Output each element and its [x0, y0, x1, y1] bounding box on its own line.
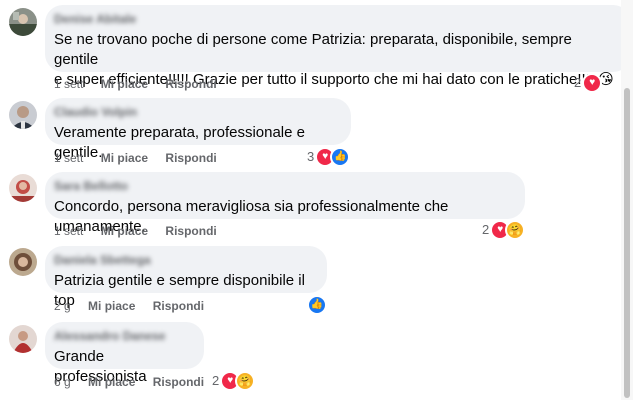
comment-text-line: Se ne trovano poche di persone come Patr…: [54, 31, 572, 68]
comment-bubble: Sara Bellotto Concordo, persona meravigl…: [45, 172, 525, 235]
like-button[interactable]: Mi piace: [101, 151, 148, 165]
avatar[interactable]: [9, 248, 37, 276]
comment-bubble: Claudio Volpin Veramente preparata, prof…: [45, 98, 351, 161]
reply-button[interactable]: Rispondi: [165, 224, 216, 238]
comment-bubble: Alessandro Danese Grande professionista: [45, 322, 204, 385]
comment-time[interactable]: 1 sett: [54, 77, 83, 91]
reaction-summary[interactable]: 👍: [307, 295, 327, 315]
avatar[interactable]: [9, 325, 37, 353]
comment-author[interactable]: Claudio Volpin: [54, 105, 339, 119]
reply-button[interactable]: Rispondi: [153, 375, 204, 389]
reply-button[interactable]: Rispondi: [165, 77, 216, 91]
scrollbar[interactable]: [621, 0, 633, 400]
reaction-summary[interactable]: 2 ♥ 🤗: [482, 220, 526, 240]
comment-time[interactable]: 1 sett: [54, 224, 83, 238]
comment-time[interactable]: 2 g: [54, 299, 71, 313]
reaction-count: 2: [212, 373, 220, 388]
avatar[interactable]: [9, 8, 37, 36]
reaction-summary[interactable]: 2 ♥: [574, 73, 603, 93]
reaction-summary[interactable]: 2 ♥ 🤗: [212, 371, 256, 391]
like-button[interactable]: Mi piace: [101, 77, 148, 91]
comment-actions: 1 sett Mi piace Rispondi: [54, 77, 217, 91]
avatar[interactable]: [9, 101, 37, 129]
comment-actions: 2 g Mi piace Rispondi: [54, 299, 204, 313]
reply-button[interactable]: Rispondi: [165, 151, 216, 165]
like-button[interactable]: Mi piace: [88, 375, 135, 389]
comment-bubble: Denise Abitale Se ne trovano poche di pe…: [45, 5, 631, 88]
comment-author[interactable]: Daniela Sbettega: [54, 253, 315, 267]
comment-actions: 1 sett Mi piace Rispondi: [54, 224, 217, 238]
reaction-summary[interactable]: 3 ♥ 👍: [307, 147, 351, 167]
like-icon: 👍: [330, 147, 351, 167]
reaction-count: 2: [482, 222, 490, 237]
care-icon: 🤗: [505, 220, 526, 240]
like-icon: 👍: [307, 295, 327, 315]
comment-actions: 1 sett Mi piace Rispondi: [54, 151, 217, 165]
comment-actions: 6 g Mi piace Rispondi: [54, 375, 204, 389]
like-button[interactable]: Mi piace: [101, 224, 148, 238]
reaction-count: 2: [574, 75, 582, 90]
care-icon: 🤗: [235, 371, 256, 391]
avatar[interactable]: [9, 174, 37, 202]
comment-time[interactable]: 1 sett: [54, 151, 83, 165]
comment-author[interactable]: Denise Abitale: [54, 12, 619, 26]
scrollbar-thumb[interactable]: [624, 88, 630, 398]
comment-time[interactable]: 6 g: [54, 375, 71, 389]
comment-bubble: Daniela Sbettega Patrizia gentile e semp…: [45, 246, 327, 309]
reply-button[interactable]: Rispondi: [153, 299, 204, 313]
comment-author[interactable]: Alessandro Danese: [54, 329, 192, 343]
like-button[interactable]: Mi piace: [88, 299, 135, 313]
reaction-count: 3: [307, 149, 315, 164]
comment-author[interactable]: Sara Bellotto: [54, 179, 513, 193]
heart-icon: ♥: [582, 73, 603, 93]
